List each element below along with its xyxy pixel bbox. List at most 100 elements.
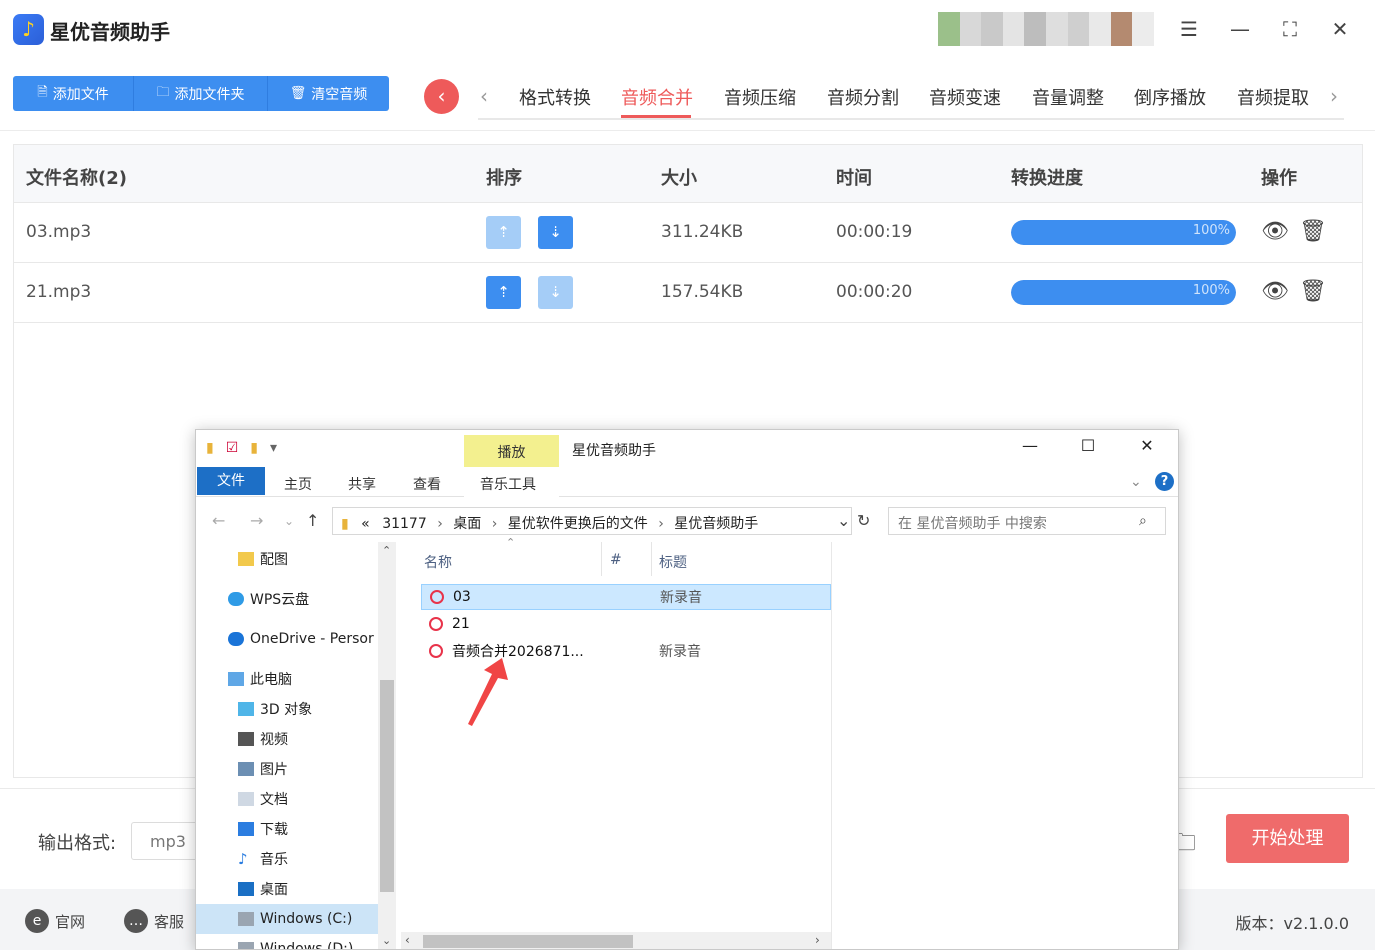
breadcrumb-item[interactable]: 桌面 — [453, 516, 481, 532]
sidebar-item-wps[interactable]: WPS云盘 — [196, 584, 378, 614]
close-icon[interactable]: ✕ — [1327, 16, 1353, 42]
close-icon[interactable]: ✕ — [1124, 436, 1170, 455]
user-avatar[interactable] — [938, 12, 1154, 46]
help-icon[interactable]: ? — [1155, 472, 1174, 491]
context-tab-play[interactable]: 播放 — [464, 435, 559, 467]
scroll-down-icon[interactable]: ⌄ — [382, 934, 391, 947]
table-row: 21.mp3 ⇡ ⇣ 157.54KB 00:00:20 100% 👁 🗑 — [14, 263, 1362, 323]
sidebar-item-music[interactable]: ♪ 音乐 — [196, 844, 378, 874]
settings-sliders-icon[interactable]: ☰ — [1176, 16, 1202, 42]
scrollbar-thumb[interactable] — [380, 680, 394, 892]
file-explorer-window: ▮ ☑ ▮ ▾ 播放 星优音频助手 — ☐ ✕ 文件 主页 共享 查看 音乐工具… — [195, 429, 1179, 950]
recent-dropdown-icon[interactable]: ⌄ — [284, 514, 294, 528]
file-name: 03.mp3 — [26, 222, 92, 242]
delete-trash-icon[interactable]: 🗑 — [1299, 219, 1327, 244]
header-size: 大小 — [661, 168, 697, 189]
ribbon-tab-home[interactable]: 主页 — [284, 474, 312, 494]
up-arrow-icon[interactable]: ↑ — [306, 511, 319, 530]
search-input[interactable]: 在 星优音频助手 中搜索 — [888, 507, 1166, 535]
desktop-icon — [238, 882, 254, 896]
tab-audio-speed[interactable]: 音频变速 — [929, 84, 1001, 110]
sidebar-item-video[interactable]: 视频 — [196, 724, 378, 754]
clear-audio-button[interactable]: 🗑 清空音频 — [268, 76, 389, 111]
address-overflow[interactable]: « — [361, 516, 370, 532]
sidebar-item-documents[interactable]: 文档 — [196, 784, 378, 814]
tab-audio-split[interactable]: 音频分割 — [827, 84, 899, 110]
column-separator[interactable] — [601, 542, 602, 576]
app-title: 星优音频助手 — [50, 20, 170, 44]
preview-eye-icon[interactable]: 👁 — [1261, 219, 1289, 244]
sidebar-item-peitu[interactable]: 配图 — [196, 544, 378, 574]
file-item[interactable]: 21 — [421, 611, 831, 637]
move-up-button[interactable]: ⇡ — [486, 276, 521, 309]
column-number[interactable]: # — [610, 552, 622, 568]
divider — [0, 130, 1375, 131]
scroll-left-icon[interactable]: ‹ — [405, 933, 410, 947]
ribbon-tab-file[interactable]: 文件 — [197, 467, 265, 495]
breadcrumb-item[interactable]: 星优音频助手 — [674, 516, 758, 532]
maximize-icon[interactable]: ⛶ — [1277, 16, 1303, 42]
file-item[interactable]: 03 新录音 — [421, 584, 831, 610]
delete-trash-icon[interactable]: 🗑 — [1299, 279, 1327, 304]
refresh-icon[interactable]: ↻ — [857, 511, 870, 530]
scroll-right-icon[interactable]: › — [815, 933, 820, 947]
breadcrumb-item[interactable]: 31177 — [382, 516, 427, 532]
address-dropdown-icon[interactable]: ⌄ — [837, 511, 850, 530]
scrollbar-thumb[interactable] — [423, 935, 633, 948]
sidebar-label: 桌面 — [260, 882, 288, 898]
file-list-hscrollbar[interactable]: ‹ › — [401, 932, 831, 949]
website-label: 官网 — [55, 912, 86, 931]
sidebar-item-drive-d[interactable]: Windows (D:) — [196, 934, 378, 949]
column-name[interactable]: 名称 — [424, 552, 452, 572]
sidebar-scrollbar[interactable]: ⌃ ⌄ — [378, 542, 396, 949]
properties-check-icon[interactable]: ☑ — [226, 440, 239, 456]
clear-audio-label: 清空音频 — [311, 86, 368, 103]
sidebar-item-pictures[interactable]: 图片 — [196, 754, 378, 784]
maximize-icon[interactable]: ☐ — [1065, 436, 1111, 455]
computer-icon — [228, 672, 244, 686]
sidebar-item-this-pc[interactable]: 此电脑 — [196, 664, 378, 694]
preview-eye-icon[interactable]: 👁 — [1261, 279, 1289, 304]
trash-icon: 🗑 — [289, 86, 307, 101]
sidebar-item-onedrive[interactable]: OneDrive - Persor — [196, 624, 378, 654]
tab-audio-merge[interactable]: 音频合并 — [621, 84, 693, 110]
search-icon: ⌕ — [1139, 513, 1147, 529]
website-link[interactable]: e 官网 — [25, 909, 85, 933]
minimize-icon[interactable]: — — [1227, 16, 1253, 42]
explorer-title: 星优音频助手 — [572, 443, 656, 459]
column-separator[interactable] — [651, 542, 652, 576]
support-link[interactable]: … 客服 — [124, 909, 184, 933]
address-bar[interactable]: ▮ « 31177 › 桌面 › 星优软件更换后的文件 › 星优音频助手 — [332, 507, 852, 535]
ribbon-tab-music-tools[interactable]: 音乐工具 — [480, 474, 536, 494]
annotation-arrow-icon — [468, 658, 508, 726]
tab-format-convert[interactable]: 格式转换 — [519, 84, 591, 110]
sidebar-item-drive-c[interactable]: Windows (C:) — [196, 904, 378, 934]
add-file-button[interactable]: 🗎 添加文件 — [13, 76, 134, 111]
tabs-prev-icon[interactable]: ‹ — [480, 84, 488, 108]
customize-dropdown-icon[interactable]: ▾ — [270, 440, 277, 456]
netease-music-icon — [429, 644, 443, 658]
ribbon-expand-icon[interactable]: ⌄ — [1130, 474, 1142, 490]
sidebar-item-3d[interactable]: 3D 对象 — [196, 694, 378, 724]
sidebar-item-desktop[interactable]: 桌面 — [196, 874, 378, 904]
forward-arrow-icon[interactable]: → — [250, 511, 263, 530]
tab-audio-extract[interactable]: 音频提取 — [1237, 84, 1309, 110]
add-folder-button[interactable]: 🗀 添加文件夹 — [134, 76, 268, 111]
back-arrow-icon[interactable]: ← — [212, 511, 225, 530]
tabs-next-icon[interactable]: › — [1330, 84, 1338, 108]
ribbon-tab-share[interactable]: 共享 — [348, 474, 376, 494]
folder-icon[interactable]: ▮ — [206, 440, 214, 456]
move-down-button[interactable]: ⇣ — [538, 216, 573, 249]
tab-volume-adjust[interactable]: 音量调整 — [1032, 84, 1104, 110]
tab-audio-compress[interactable]: 音频压缩 — [724, 84, 796, 110]
back-button[interactable]: ‹ — [424, 79, 459, 114]
scroll-up-icon[interactable]: ⌃ — [382, 544, 391, 557]
tab-reverse-play[interactable]: 倒序播放 — [1134, 84, 1206, 110]
sidebar-item-downloads[interactable]: 下载 — [196, 814, 378, 844]
breadcrumb-item[interactable]: 星优软件更换后的文件 — [508, 516, 648, 532]
start-processing-button[interactable]: 开始处理 — [1226, 814, 1349, 863]
ribbon-tab-view[interactable]: 查看 — [413, 474, 441, 494]
column-title[interactable]: 标题 — [659, 552, 687, 572]
minimize-icon[interactable]: — — [1007, 436, 1053, 455]
new-folder-icon[interactable]: ▮ — [250, 440, 258, 456]
